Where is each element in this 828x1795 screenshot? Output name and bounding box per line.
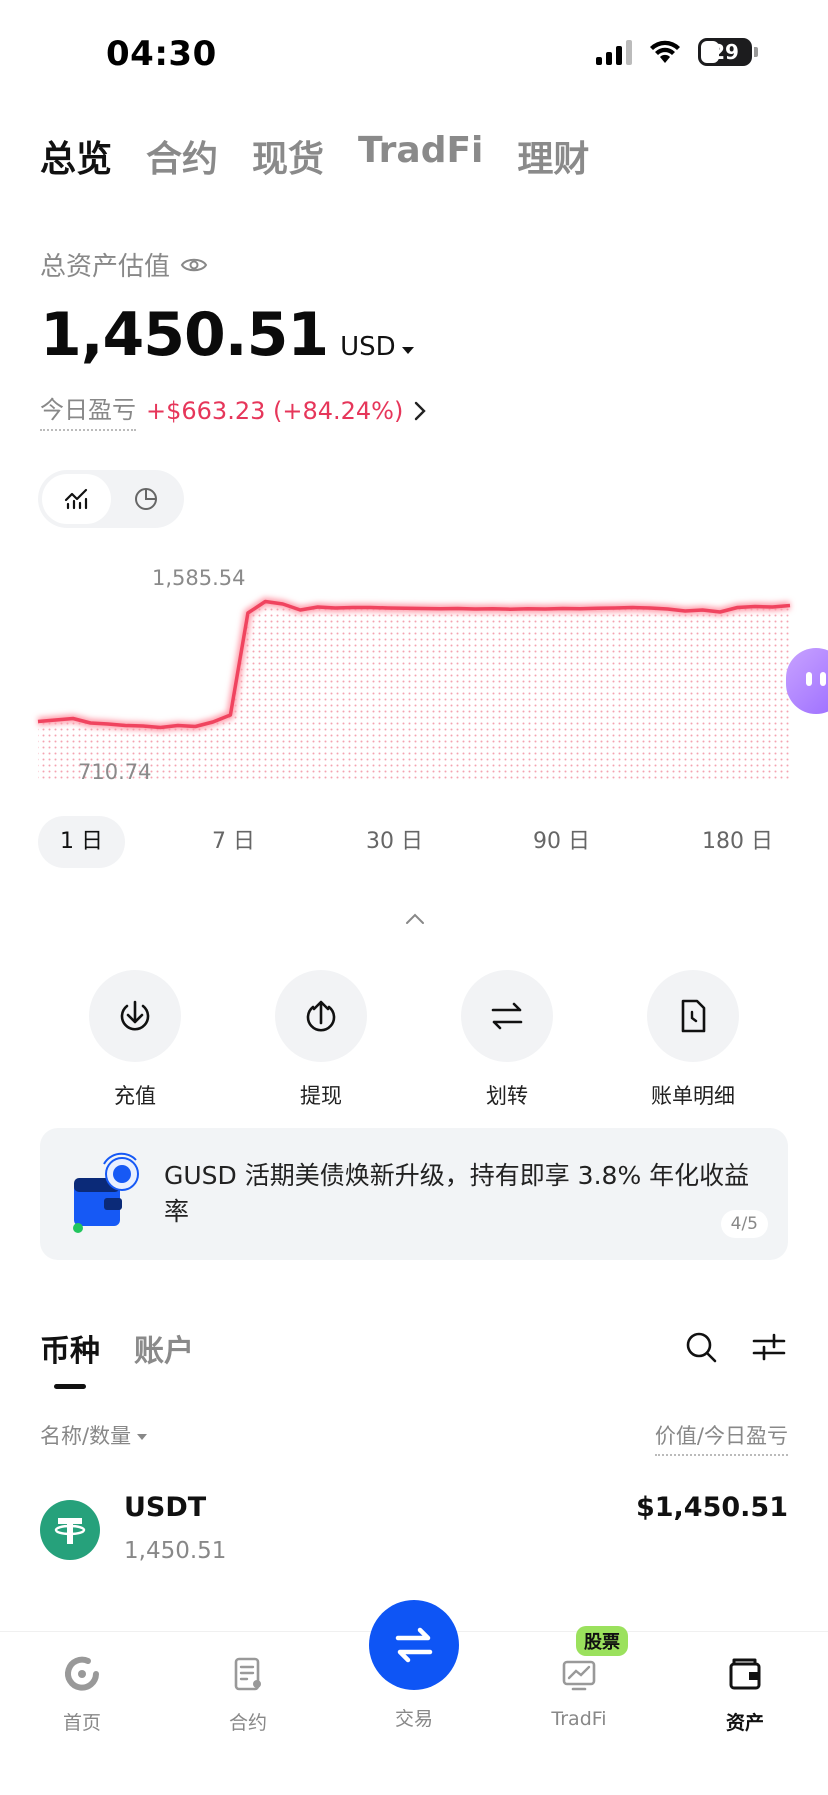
tab-overview[interactable]: 总览 [40, 130, 112, 182]
currency-label: USD [340, 332, 396, 362]
sort-by-name[interactable]: 名称/数量 [40, 1420, 148, 1450]
line-chart-icon [64, 488, 87, 510]
nav-trade-label: 交易 [394, 1708, 433, 1730]
statement-label: 账单明细 [651, 1084, 735, 1108]
tab-tradfi[interactable]: TradFi [358, 130, 483, 182]
pie-chart-icon [134, 488, 157, 510]
range-30d[interactable]: 30 日 [366, 816, 423, 868]
withdraw-circle [275, 970, 367, 1062]
filter-sliders-icon[interactable] [752, 1332, 786, 1362]
asset-row-usdt[interactable]: USDT 1,450.51 $1,450.51 [40, 1490, 788, 1590]
tab-accounts[interactable]: 账户 [134, 1326, 194, 1370]
nav-futures[interactable]: 合约 [188, 1654, 308, 1735]
deposit-label: 充值 [114, 1084, 156, 1108]
tab-coins[interactable]: 币种 [40, 1326, 100, 1389]
asset-tabs: 币种 账户 [40, 1326, 194, 1389]
range-180d[interactable]: 180 日 [702, 816, 773, 868]
cellular-signal-icon [596, 39, 632, 65]
statement-button[interactable]: 账单明细 [603, 970, 783, 1110]
range-7d[interactable]: 7 日 [212, 816, 255, 868]
home-logo-icon [65, 1656, 99, 1691]
promo-banner[interactable]: GUSD 活期美债焕新升级，持有即享 3.8% 年化收益率 4/5 [40, 1128, 788, 1260]
nav-tradfi[interactable]: TradFi [519, 1654, 639, 1730]
wallet-icon [73, 1152, 139, 1233]
asset-line-chart [37, 597, 791, 782]
eye-icon[interactable] [180, 255, 208, 275]
nav-home[interactable]: 首页 [22, 1654, 142, 1735]
document-clock-icon [681, 999, 706, 1033]
transfer-label: 划转 [486, 1084, 528, 1108]
caret-down-icon [137, 1434, 148, 1440]
total-row: 1,450.51 USD [40, 300, 414, 370]
banner-text: GUSD 活期美债焕新升级，持有即享 3.8% 年化收益率 [164, 1161, 750, 1226]
stock-badge: 股票 [576, 1626, 628, 1656]
total-label-row: 总资产估值 [40, 246, 208, 283]
pnl-row[interactable]: 今日盈亏 +$663.23 (+84.24%) [40, 390, 427, 431]
tab-earn[interactable]: 理财 [517, 130, 589, 182]
bottom-nav: 首页 合约 交易 TradFi 股票 资产 [0, 1600, 828, 1795]
wallet-nav-icon [729, 1658, 761, 1690]
document-edit-icon [234, 1657, 261, 1691]
status-icons: 29 [596, 38, 758, 66]
deposit-icon [120, 1000, 150, 1031]
banner-page-indicator: 4/5 [720, 1210, 768, 1238]
tab-spot[interactable]: 现货 [252, 130, 324, 182]
asset-chart: 1,585.54 710.74 [0, 560, 828, 790]
caret-down-icon [401, 347, 414, 354]
nav-assets[interactable]: 资产 [685, 1654, 805, 1735]
time-range-selector: 1 日 7 日 30 日 90 日 180 日 [38, 816, 788, 868]
status-time: 04:30 [106, 34, 217, 74]
chevron-right-icon [415, 401, 427, 420]
name-amount-label: 名称/数量 [40, 1424, 132, 1448]
range-90d[interactable]: 90 日 [533, 816, 590, 868]
status-bar: 04:30 29 [0, 0, 828, 110]
search-icon[interactable] [684, 1330, 718, 1364]
chevron-up-icon[interactable] [404, 912, 426, 926]
statement-circle [647, 970, 739, 1062]
chart-high-label: 1,585.54 [152, 566, 246, 590]
top-tabs: 总览 合约 现货 TradFi 理财 [40, 130, 589, 182]
chart-low-label: 710.74 [78, 760, 152, 784]
withdraw-label: 提现 [300, 1084, 342, 1108]
chart-area-fill [38, 601, 790, 782]
withdraw-icon [306, 1000, 336, 1032]
transfer-button[interactable]: 划转 [417, 970, 597, 1110]
nav-assets-label: 资产 [725, 1712, 764, 1734]
deposit-button[interactable]: 充值 [45, 970, 225, 1110]
total-assets-label: 总资产估值 [40, 252, 171, 282]
today-pnl-value: +$663.23 (+84.24%) [146, 396, 404, 425]
nav-tradfi-label: TradFi [551, 1708, 607, 1730]
pie-chart-toggle[interactable] [111, 474, 180, 524]
value-pnl-label[interactable]: 价值/今日盈亏 [654, 1420, 788, 1456]
deposit-circle [89, 970, 181, 1062]
nav-home-label: 首页 [62, 1712, 101, 1734]
today-pnl-label: 今日盈亏 [40, 390, 136, 431]
transfer-circle [461, 970, 553, 1062]
usdt-icon [40, 1500, 100, 1560]
battery-level: 29 [711, 40, 739, 64]
nav-trade[interactable] [369, 1600, 459, 1690]
wifi-icon [650, 40, 680, 63]
stock-chart-icon [562, 1660, 596, 1691]
swap-arrows-icon [395, 1627, 433, 1663]
asset-value: $1,450.51 [635, 1492, 788, 1523]
total-assets-value: 1,450.51 [40, 300, 329, 370]
currency-selector[interactable]: USD [340, 332, 414, 362]
asset-amount: 1,450.51 [124, 1538, 227, 1564]
battery-icon: 29 [698, 38, 752, 66]
line-chart-toggle[interactable] [42, 474, 111, 524]
nav-futures-label: 合约 [228, 1712, 267, 1734]
tab-futures[interactable]: 合约 [146, 130, 218, 182]
asset-name: USDT [124, 1492, 207, 1523]
chart-type-toggle [38, 470, 184, 528]
range-1d[interactable]: 1 日 [38, 816, 125, 868]
withdraw-button[interactable]: 提现 [231, 970, 411, 1110]
transfer-icon [491, 1002, 523, 1030]
